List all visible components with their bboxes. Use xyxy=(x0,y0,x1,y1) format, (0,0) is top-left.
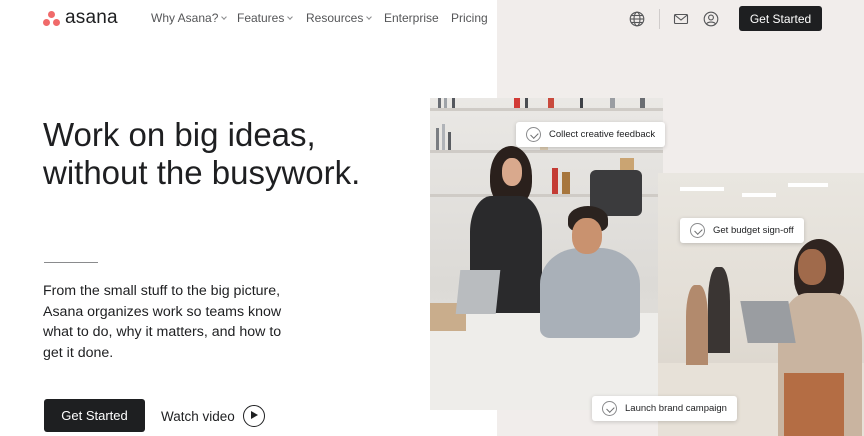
nav-item-why-asana[interactable]: Why Asana? xyxy=(151,11,228,25)
nav-item-pricing[interactable]: Pricing xyxy=(451,11,488,25)
task-label: Collect creative feedback xyxy=(549,129,656,140)
task-chip-launch-campaign: Launch brand campaign xyxy=(592,396,737,421)
nav-item-enterprise[interactable]: Enterprise xyxy=(384,11,439,25)
globe-icon[interactable] xyxy=(629,11,645,27)
nav-item-label: Enterprise xyxy=(384,11,439,25)
asana-logo[interactable]: asana xyxy=(43,7,118,28)
nav-item-label: Pricing xyxy=(451,11,488,25)
watch-video-link[interactable]: Watch video xyxy=(161,404,265,428)
nav-item-label: Features xyxy=(237,11,285,25)
hero-subtitle: From the small stuff to the big picture,… xyxy=(43,281,303,363)
header-get-started-button[interactable]: Get Started xyxy=(739,6,822,31)
hero-subtitle-line: what to do, why it matters, and how to xyxy=(43,324,282,340)
chevron-down-icon xyxy=(287,14,294,20)
watch-video-label: Watch video xyxy=(161,408,235,424)
nav-item-resources[interactable]: Resources xyxy=(306,11,373,25)
hero-subtitle-line: From the small stuff to the big picture, xyxy=(43,283,281,299)
check-circle-icon xyxy=(526,127,541,142)
asana-logo-icon xyxy=(43,10,60,26)
nav-item-label: Why Asana? xyxy=(151,11,219,25)
check-circle-icon xyxy=(602,401,617,416)
hero-title-line: without the busywork. xyxy=(43,154,361,191)
play-circle-icon xyxy=(242,405,265,427)
task-label: Get budget sign-off xyxy=(713,225,794,236)
user-account-icon[interactable] xyxy=(703,11,719,27)
task-chip-budget-sign-off: Get budget sign-off xyxy=(680,218,804,243)
header-divider xyxy=(659,9,660,29)
mail-icon[interactable] xyxy=(673,12,689,28)
task-label: Launch brand campaign xyxy=(625,403,727,414)
hero-get-started-button[interactable]: Get Started xyxy=(44,399,145,432)
hero-title-line: Work on big ideas, xyxy=(43,116,316,153)
hero-divider xyxy=(44,262,98,263)
task-chip-collect-feedback: Collect creative feedback xyxy=(516,122,666,147)
hero-title: Work on big ideas, without the busywork. xyxy=(43,116,463,192)
hero-subtitle-line: Asana organizes work so teams know xyxy=(43,303,282,320)
hero-subtitle-line: get it done. xyxy=(43,344,114,361)
logo-wordmark: asana xyxy=(65,7,118,28)
check-circle-icon xyxy=(690,223,705,238)
nav-item-label: Resources xyxy=(306,11,364,25)
chevron-down-icon xyxy=(366,14,373,20)
nav-item-features[interactable]: Features xyxy=(237,11,294,25)
chevron-down-icon xyxy=(221,14,228,20)
